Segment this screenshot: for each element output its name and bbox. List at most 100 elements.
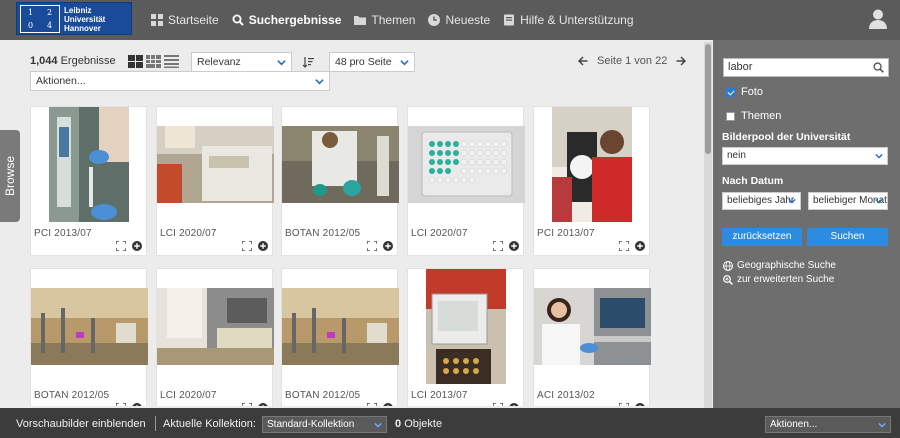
expand-icon[interactable] <box>116 241 126 251</box>
result-card[interactable]: LCI 2020/07 <box>156 268 274 406</box>
per-page-select[interactable]: 48 pro Seite <box>329 52 415 72</box>
search-icon[interactable] <box>873 62 884 73</box>
result-thumbnail[interactable] <box>552 107 632 222</box>
browse-tab[interactable]: Browse <box>0 130 20 222</box>
objects-count: 0 Objekte <box>395 418 443 430</box>
result-thumbnail[interactable] <box>49 107 129 222</box>
nav-themen[interactable]: Themen <box>354 13 415 27</box>
expand-icon[interactable] <box>242 241 252 251</box>
result-thumbnail[interactable] <box>534 288 651 365</box>
user-icon[interactable] <box>869 9 887 29</box>
nav-startseite[interactable]: Startseite <box>151 13 219 27</box>
chevron-down-icon <box>878 422 886 428</box>
university-logo[interactable]: 1 2 0 4 Leibniz Universität Hannover <box>16 2 132 35</box>
sort-select[interactable]: Relevanz <box>191 52 292 72</box>
search-icon <box>232 14 244 26</box>
result-caption: LCI 2013/07 <box>411 390 468 401</box>
zoom-in-icon <box>723 274 733 285</box>
result-thumbnail[interactable] <box>282 288 399 365</box>
expand-icon[interactable] <box>367 241 377 251</box>
reset-button[interactable]: zurücksetzen <box>722 228 802 246</box>
result-card[interactable]: LCI 2020/07 <box>156 106 274 256</box>
expand-icon[interactable] <box>367 403 377 406</box>
result-caption: LCI 2020/07 <box>411 228 468 239</box>
add-to-collection-icon[interactable] <box>383 403 393 406</box>
datum-from-select[interactable]: beliebiges Jahr <box>722 192 801 210</box>
scrollbar-thumb[interactable] <box>705 44 711 154</box>
grid-icon <box>151 14 163 26</box>
preview-toggle-link[interactable]: Vorschaubilder einblenden <box>16 418 146 430</box>
results-scrollbar[interactable] <box>704 42 712 408</box>
add-to-collection-icon[interactable] <box>258 241 268 251</box>
result-card[interactable]: BOTAN 2012/05 <box>281 106 399 256</box>
collection-footer: Vorschaubilder einblenden Aktuelle Kolle… <box>0 408 900 438</box>
main-nav: Startseite Suchergebnisse Themen Neueste… <box>151 0 647 40</box>
datum-label: Nach Datum <box>722 175 784 187</box>
large-grid-view-icon[interactable] <box>128 55 143 68</box>
filter-foto[interactable]: Foto <box>726 86 763 98</box>
view-toggles <box>128 55 179 68</box>
chevron-down-icon <box>875 153 883 159</box>
search-input[interactable]: labor <box>723 58 889 77</box>
datum-to-select[interactable]: beliebiger Monat <box>808 192 888 210</box>
geo-search-link[interactable]: Geographische Suche <box>723 260 836 271</box>
collection-select[interactable]: Standard-Kollektion <box>262 416 387 433</box>
add-to-collection-icon[interactable] <box>258 403 268 406</box>
sort-direction-icon[interactable] <box>302 56 314 68</box>
expand-icon[interactable] <box>493 241 503 251</box>
result-thumbnail[interactable] <box>426 269 506 384</box>
search-button[interactable]: Suchen <box>807 228 888 246</box>
add-to-collection-icon[interactable] <box>509 241 519 251</box>
themen-checkbox[interactable] <box>726 111 735 121</box>
chevron-down-icon <box>788 198 796 204</box>
result-caption: ACI 2013/02 <box>537 390 595 401</box>
filter-themen[interactable]: Themen <box>726 110 781 122</box>
result-thumbnail[interactable] <box>157 288 274 365</box>
result-thumbnail[interactable] <box>282 126 399 203</box>
result-card[interactable]: ACI 2013/02 <box>533 268 651 406</box>
add-to-collection-icon[interactable] <box>635 403 645 406</box>
result-caption: LCI 2020/07 <box>160 390 217 401</box>
result-card[interactable]: BOTAN 2012/05 <box>30 268 148 406</box>
result-card[interactable]: LCI 2013/07 <box>407 268 524 406</box>
expand-icon[interactable] <box>116 403 126 406</box>
pager: Seite 1 von 22 <box>578 55 687 67</box>
chevron-down-icon <box>315 79 324 85</box>
result-caption: PCI 2013/07 <box>34 228 92 239</box>
result-card[interactable]: BOTAN 2012/05 <box>281 268 399 406</box>
result-card[interactable]: PCI 2013/07 <box>533 106 650 256</box>
expand-icon[interactable] <box>619 403 629 406</box>
result-thumbnail[interactable] <box>31 288 148 365</box>
bilderpool-select[interactable]: nein <box>722 147 888 165</box>
result-card[interactable]: PCI 2013/07 <box>30 106 147 256</box>
book-icon <box>504 14 515 26</box>
expand-icon[interactable] <box>493 403 503 406</box>
actions-select[interactable]: Aktionen... <box>30 71 330 91</box>
small-grid-view-icon[interactable] <box>146 55 161 68</box>
logo-mark: 1 2 0 4 <box>20 5 60 33</box>
foto-checkbox[interactable] <box>726 87 735 97</box>
nav-neueste[interactable]: Neueste <box>428 13 490 27</box>
chevron-down-icon <box>875 198 883 204</box>
add-to-collection-icon[interactable] <box>132 403 142 406</box>
add-to-collection-icon[interactable] <box>509 403 519 406</box>
result-caption: BOTAN 2012/05 <box>34 390 110 401</box>
advanced-search-link[interactable]: zur erweiterten Suche <box>723 274 834 285</box>
arrow-right-icon[interactable] <box>676 56 687 66</box>
result-caption: BOTAN 2012/05 <box>285 228 361 239</box>
result-thumbnail[interactable] <box>408 126 525 203</box>
expand-icon[interactable] <box>242 403 252 406</box>
add-to-collection-icon[interactable] <box>383 241 393 251</box>
result-card[interactable]: LCI 2020/07 <box>407 106 525 256</box>
nav-suchergebnisse[interactable]: Suchergebnisse <box>232 13 341 27</box>
nav-hilfe[interactable]: Hilfe & Unterstützung <box>503 13 634 27</box>
arrow-left-icon[interactable] <box>578 56 588 66</box>
add-to-collection-icon[interactable] <box>132 241 142 251</box>
result-thumbnail[interactable] <box>157 126 274 203</box>
footer-actions-select[interactable]: Aktionen... <box>765 416 891 433</box>
add-to-collection-icon[interactable] <box>635 241 645 251</box>
results-count: 1,044 Ergebnisse <box>30 55 116 67</box>
expand-icon[interactable] <box>619 241 629 251</box>
folder-icon <box>354 16 367 25</box>
list-view-icon[interactable] <box>164 55 179 68</box>
